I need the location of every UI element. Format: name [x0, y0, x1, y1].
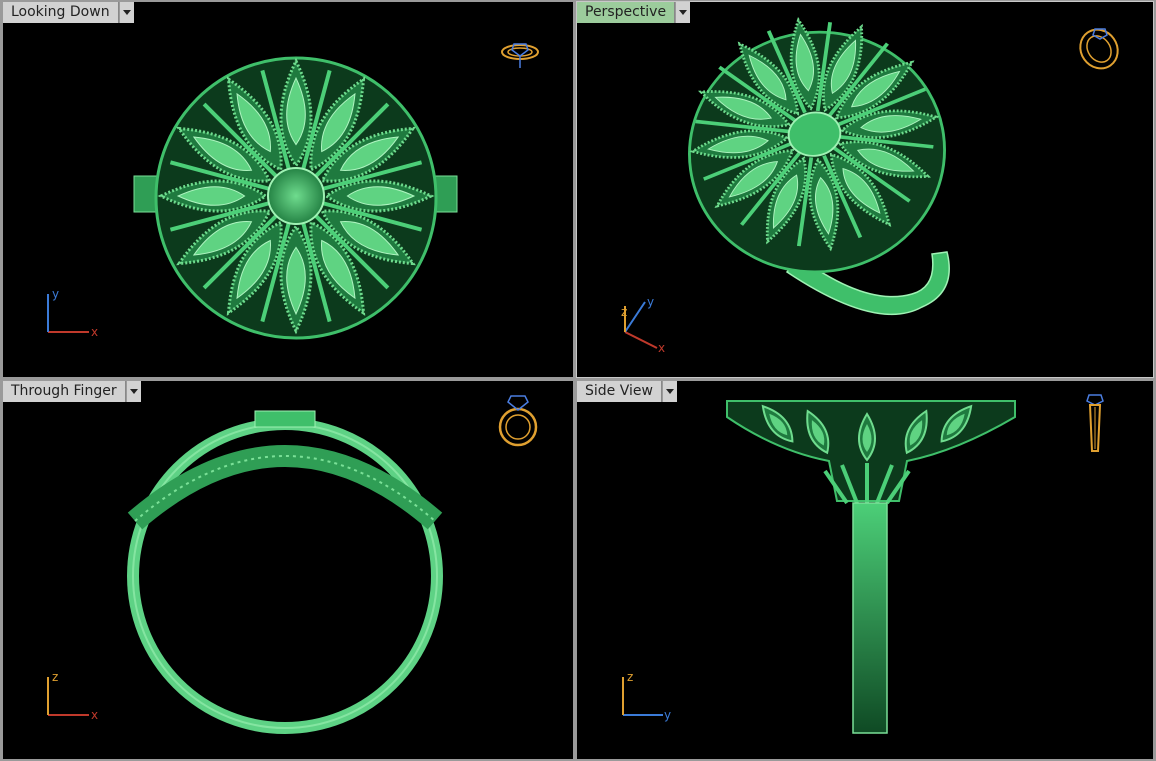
viewport-title-label[interactable]: Looking Down: [3, 2, 119, 23]
viewport-title-label[interactable]: Perspective: [577, 2, 676, 23]
axis-label-z: z: [627, 670, 633, 684]
axis-triad-icon: x z: [47, 670, 98, 722]
axis-label-x: x: [658, 341, 665, 355]
axis-label-x: x: [91, 708, 98, 722]
axis-triad-icon: y z: [622, 670, 671, 722]
axis-label-y: y: [52, 287, 59, 301]
axis-label-z: z: [52, 670, 58, 684]
axis-label-z: z: [621, 305, 627, 319]
axis-label-x: x: [91, 325, 98, 339]
viewport-through-finger[interactable]: Through Finger x z: [3, 381, 573, 759]
axis-triad-icon: z y x: [621, 295, 665, 355]
dropdown-arrow-icon[interactable]: [125, 381, 141, 402]
axis-label-y: y: [664, 708, 671, 722]
dropdown-arrow-icon[interactable]: [675, 2, 691, 23]
axis-label-y: y: [647, 295, 654, 309]
viewport-perspective[interactable]: Perspective z y x: [576, 1, 1154, 378]
viewport-title-label[interactable]: Side View: [577, 381, 662, 402]
dropdown-arrow-icon[interactable]: [661, 381, 677, 402]
viewport-looking-down[interactable]: Looking Down x y: [3, 2, 573, 377]
viewport-title-label[interactable]: Through Finger: [3, 381, 126, 402]
viewport-title-bar[interactable]: Perspective: [577, 2, 691, 23]
viewport-title-bar[interactable]: Side View: [577, 381, 677, 402]
viewport-side-view[interactable]: Side View y z: [577, 381, 1153, 759]
dropdown-arrow-icon[interactable]: [118, 2, 134, 23]
viewport-title-bar[interactable]: Through Finger: [3, 381, 141, 402]
axis-triad-icon: x y: [47, 287, 98, 339]
viewport-title-bar[interactable]: Looking Down: [3, 2, 134, 23]
